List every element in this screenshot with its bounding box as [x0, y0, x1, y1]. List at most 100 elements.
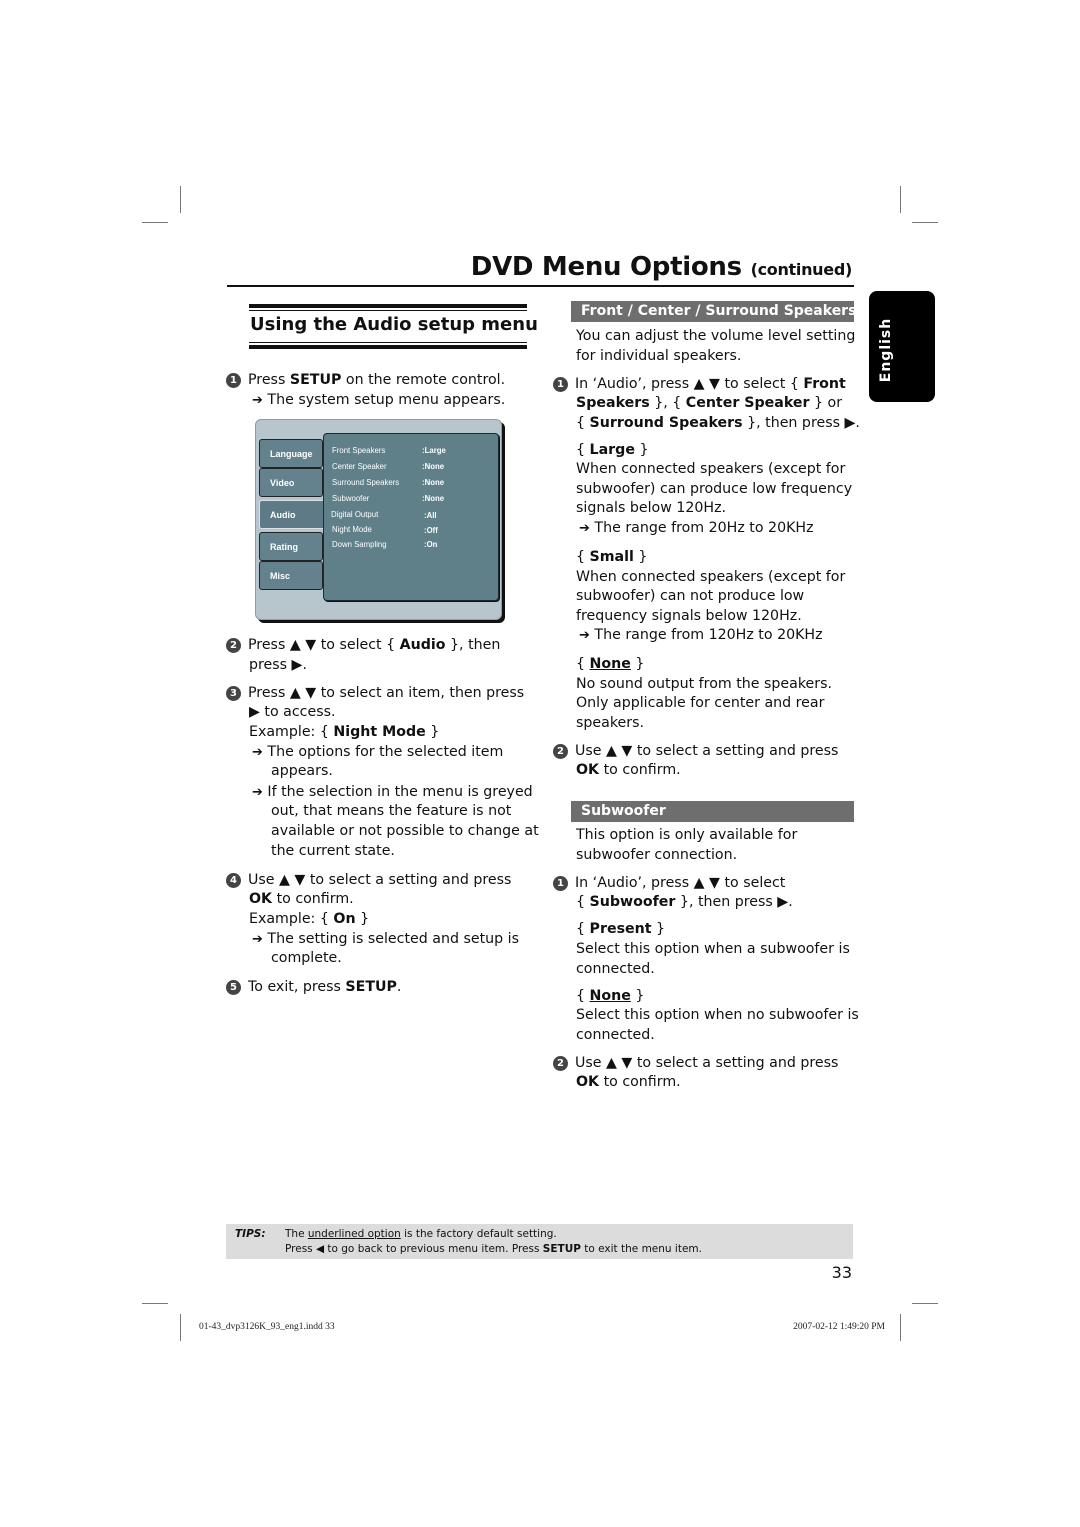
menu-tab-misc: Misc [259, 561, 323, 590]
arrow-right-icon: ➔ [252, 745, 263, 760]
page-number: 33 [831, 1263, 852, 1282]
step-3-result: ➔ The options for the selected item [252, 744, 504, 760]
section-rule [249, 310, 527, 311]
speakers-banner: Front / Center / Surround Speakers [571, 301, 856, 322]
option-result: ➔ The range from 120Hz to 20KHz [579, 627, 823, 643]
menu-item-value: :Off [424, 526, 438, 535]
subwoofer-step-1: 1 In ‘Audio’, press ▲ ▼ to select [553, 874, 785, 894]
option-none: { None } [576, 656, 645, 672]
option-description: When connected speakers (except for [576, 569, 846, 585]
menu-item-label: Surround Speakers [332, 478, 400, 487]
title-rule [227, 285, 854, 287]
speakers-step-2-line: OK to confirm. [576, 762, 681, 778]
speakers-intro: You can adjust the volume level setting [576, 328, 856, 344]
step-3-line: ▶ to access. [249, 704, 336, 720]
menu-item-label: Down Sampling [332, 540, 387, 549]
menu-item-value: :Large [422, 446, 446, 455]
step-3-result-line: the current state. [271, 843, 395, 859]
menu-tab-audio: Audio [259, 500, 329, 529]
crop-mark [912, 1303, 938, 1304]
footer-filename: 01-43_dvp3126K_93_eng1.indd 33 [199, 1322, 335, 1332]
step-3-result-line: available or not possible to change at [271, 823, 539, 839]
step-number-icon: 1 [553, 876, 568, 891]
option-description: Only applicable for center and rear [576, 695, 825, 711]
step-2-line: press ▶. [249, 657, 307, 673]
step-number-icon: 1 [553, 377, 568, 392]
arrow-right-icon: ➔ [252, 932, 263, 947]
option-none: { None } [576, 988, 645, 1004]
menu-item-label: Center Speaker [332, 462, 387, 471]
arrow-right-icon: ➔ [252, 785, 263, 800]
step-3-result-line: appears. [271, 763, 333, 779]
option-description: subwoofer) can produce low frequency [576, 481, 853, 497]
menu-item-label: Subwoofer [332, 494, 370, 503]
tips-line-2: Press ◀ to go back to previous menu item… [285, 1243, 702, 1255]
tips-line-1: The underlined option is the factory def… [285, 1228, 557, 1240]
page-title: DVD Menu Options (continued) [470, 252, 853, 282]
option-description: connected. [576, 961, 655, 977]
option-description: Select this option when no subwoofer is [576, 1007, 859, 1023]
step-number-icon: 2 [553, 1056, 568, 1071]
step-3-result: ➔ If the selection in the menu is greyed [252, 784, 533, 800]
section-rule [249, 304, 527, 308]
subwoofer-step-1-line: { Subwoofer }, then press ▶. [576, 894, 793, 910]
menu-item-value: :On [424, 540, 438, 549]
option-description: connected. [576, 1027, 655, 1043]
arrow-right-icon: ➔ [579, 521, 590, 536]
section-rule [249, 342, 527, 343]
option-description: signals below 120Hz. [576, 500, 727, 516]
speakers-step-1-line: { Surround Speakers }, then press ▶. [576, 415, 860, 431]
crop-mark [900, 186, 901, 213]
option-description: speakers. [576, 715, 644, 731]
crop-mark [142, 222, 168, 223]
step-3-example: Example: { Night Mode } [249, 724, 440, 740]
subwoofer-step-2-line: OK to confirm. [576, 1074, 681, 1090]
step-5: 5 To exit, press SETUP. [226, 978, 401, 998]
step-number-icon: 1 [226, 373, 241, 388]
language-tab-label: English [878, 317, 894, 383]
menu-item-value: :None [422, 462, 445, 471]
subwoofer-intro: subwoofer connection. [576, 847, 738, 863]
option-present: { Present } [576, 921, 666, 937]
crop-mark [180, 186, 181, 213]
step-4-result: ➔ The setting is selected and setup is [252, 931, 519, 947]
page-title-text: DVD Menu Options [470, 252, 742, 282]
crop-mark [180, 1314, 181, 1341]
step-number-icon: 3 [226, 686, 241, 701]
menu-tab-language: Language [259, 439, 323, 468]
option-description: Select this option when a subwoofer is [576, 941, 850, 957]
arrow-right-icon: ➔ [252, 393, 263, 408]
tips-label: TIPS: [235, 1228, 266, 1240]
option-description: subwoofer) can not produce low [576, 588, 805, 604]
step-number-icon: 2 [226, 638, 241, 653]
menu-item-label: Front Speakers [332, 446, 386, 455]
option-description: No sound output from the speakers. [576, 676, 832, 692]
menu-tab-rating: Rating [259, 532, 323, 561]
option-description: When connected speakers (except for [576, 461, 846, 477]
step-number-icon: 5 [226, 980, 241, 995]
step-3: 3 Press ▲ ▼ to select an item, then press [226, 684, 524, 704]
setup-menu-screenshot: Language Video Audio Rating Misc Front S… [255, 419, 502, 620]
page-title-continued: (continued) [750, 260, 853, 279]
option-result: ➔ The range from 20Hz to 20KHz [579, 520, 814, 536]
speakers-intro: for individual speakers. [576, 348, 742, 364]
step-2: 2 Press ▲ ▼ to select { Audio }, then [226, 636, 500, 656]
option-large: { Large } [576, 442, 649, 458]
section-title: Using the Audio setup menu [250, 314, 538, 335]
option-description: frequency signals below 120Hz. [576, 608, 802, 624]
option-small: { Small } [576, 549, 648, 565]
subwoofer-intro: This option is only available for [576, 827, 798, 843]
subwoofer-step-2: 2 Use ▲ ▼ to select a setting and press [553, 1054, 838, 1074]
tips-box: TIPS: The underlined option is the facto… [226, 1224, 853, 1259]
footer-timestamp: 2007-02-12 1:49:20 PM [793, 1322, 885, 1332]
step-4: 4 Use ▲ ▼ to select a setting and press [226, 871, 511, 891]
step-4-result-line: complete. [271, 950, 342, 966]
arrow-right-icon: ➔ [579, 628, 590, 643]
section-rule [249, 345, 527, 349]
crop-mark [900, 1314, 901, 1341]
step-3-result-line: out, that means the feature is not [271, 803, 512, 819]
menu-item-value: :All [424, 511, 437, 520]
menu-item-label: Night Mode [332, 525, 372, 534]
speakers-step-1: 1 In ‘Audio’, press ▲ ▼ to select { Front [553, 375, 846, 395]
speakers-step-2: 2 Use ▲ ▼ to select a setting and press [553, 742, 838, 762]
